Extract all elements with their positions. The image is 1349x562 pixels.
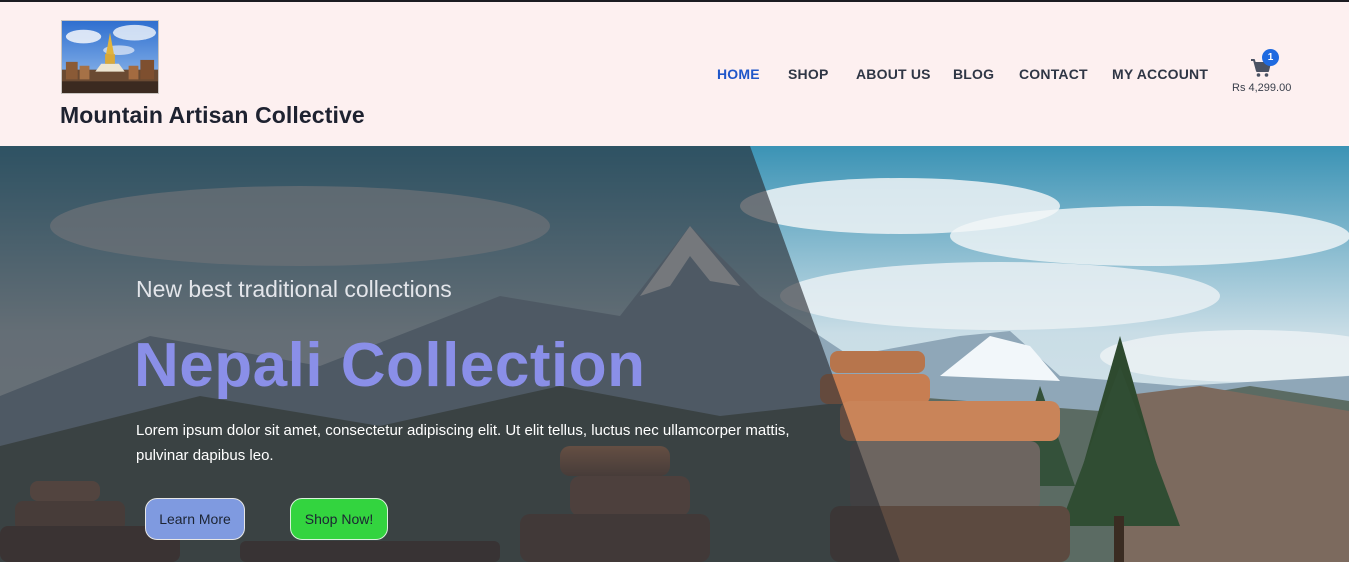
cart-widget[interactable]: 1 Rs 4,299.00 — [1232, 48, 1302, 98]
nav-shop[interactable]: SHOP — [788, 66, 828, 82]
cart-total: Rs 4,299.00 — [1232, 82, 1292, 94]
site-title: Mountain Artisan Collective — [60, 102, 365, 128]
nav-about-us[interactable]: ABOUT US — [856, 66, 931, 82]
site-logo[interactable] — [61, 20, 159, 94]
cart-count-badge: 1 — [1262, 49, 1279, 66]
learn-more-button[interactable]: Learn More — [145, 498, 245, 540]
nav-blog[interactable]: BLOG — [953, 66, 994, 82]
hero-section: New best traditional collections Nepali … — [0, 146, 1349, 562]
hero-subtitle: New best traditional collections — [136, 276, 452, 302]
nav-my-account[interactable]: MY ACCOUNT — [1112, 66, 1208, 82]
stupa-logo-image — [62, 21, 158, 93]
shop-now-button[interactable]: Shop Now! — [290, 498, 388, 540]
nav-contact[interactable]: CONTACT — [1019, 66, 1088, 82]
nav-home[interactable]: HOME — [717, 66, 760, 82]
hero-description: Lorem ipsum dolor sit amet, consectetur … — [136, 422, 790, 464]
site-header: Mountain Artisan Collective HOME SHOP AB… — [0, 0, 1349, 146]
hero-title: Nepali Collection — [134, 331, 646, 400]
